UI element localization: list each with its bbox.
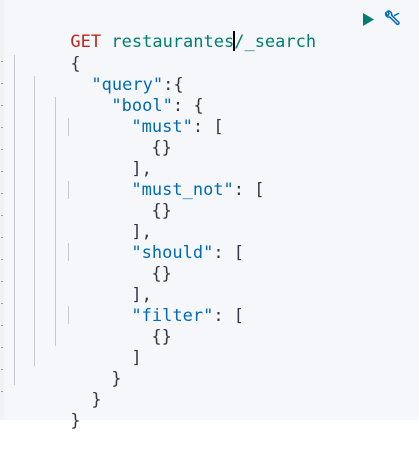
json-empty-object: {} [151,201,172,221]
gutter-mark [1,369,3,370]
json-close-brace: } [91,390,102,410]
gutter-mark [1,391,3,392]
request-path-endpoint[interactable]: /_search [234,32,316,52]
request-editor[interactable]: GET restaurantes/_search { "query":{ "bo… [4,0,419,431]
json-punct: : [ [233,180,265,200]
code-line: "query":{ [30,52,183,95]
indent-guide [68,306,69,324]
code-line: {} [90,115,171,158]
close-brace: } [70,411,81,431]
json-close-bracket: ] [131,348,142,368]
indent-guide [68,181,69,199]
json-punct: : [ [213,306,245,326]
code-line: ], [70,199,151,242]
gutter-mark [1,83,3,84]
code-line: ] [70,325,141,368]
json-punct: : [ [213,243,245,263]
gutter-mark [1,127,3,128]
code-line: "must_not": [ [70,157,264,200]
gutter-mark [1,61,3,62]
gutter-mark [1,171,3,172]
gutter-mark [1,281,3,282]
indent-guide [68,243,69,261]
play-icon [362,12,374,26]
gutter-mark [1,105,3,106]
json-empty-object: {} [151,327,172,347]
code-line: ], [70,262,151,305]
code-line: ], [70,136,151,179]
request-actions [360,9,402,29]
code-line: {} [90,304,171,347]
code-line: "must": [ [70,94,223,137]
json-punct: : [ [192,117,224,137]
gutter-mark [1,259,3,260]
dev-tools-console: GET restaurantes/_search { "query":{ "bo… [0,0,419,431]
code-line: } [9,388,80,431]
gutter-mark [1,347,3,348]
json-close-brace: } [111,369,122,389]
gutter-mark [1,215,3,216]
gutter-mark [1,149,3,150]
indent-guide [14,55,15,385]
code-line: "bool": { [50,73,203,116]
indent-guide [34,76,35,366]
code-line: { [9,31,80,74]
send-request-button[interactable] [360,11,376,27]
code-line: "filter": [ [70,283,244,326]
wrench-icon [384,10,400,26]
request-path-index[interactable]: restaurantes [111,32,234,52]
json-empty-object: {} [151,138,172,158]
code-line: } [50,346,121,389]
request-line[interactable]: GET restaurantes/_search [9,9,316,52]
code-line: } [30,367,101,410]
gutter-mark [1,193,3,194]
json-empty-object: {} [151,264,172,284]
code-line: "should": [ [70,220,244,263]
gutter-mark [1,325,3,326]
code-line: {} [90,178,171,221]
request-settings-button[interactable] [382,9,402,29]
gutter-mark [1,237,3,238]
code-line: {} [90,241,171,284]
gutter-mark [1,303,3,304]
